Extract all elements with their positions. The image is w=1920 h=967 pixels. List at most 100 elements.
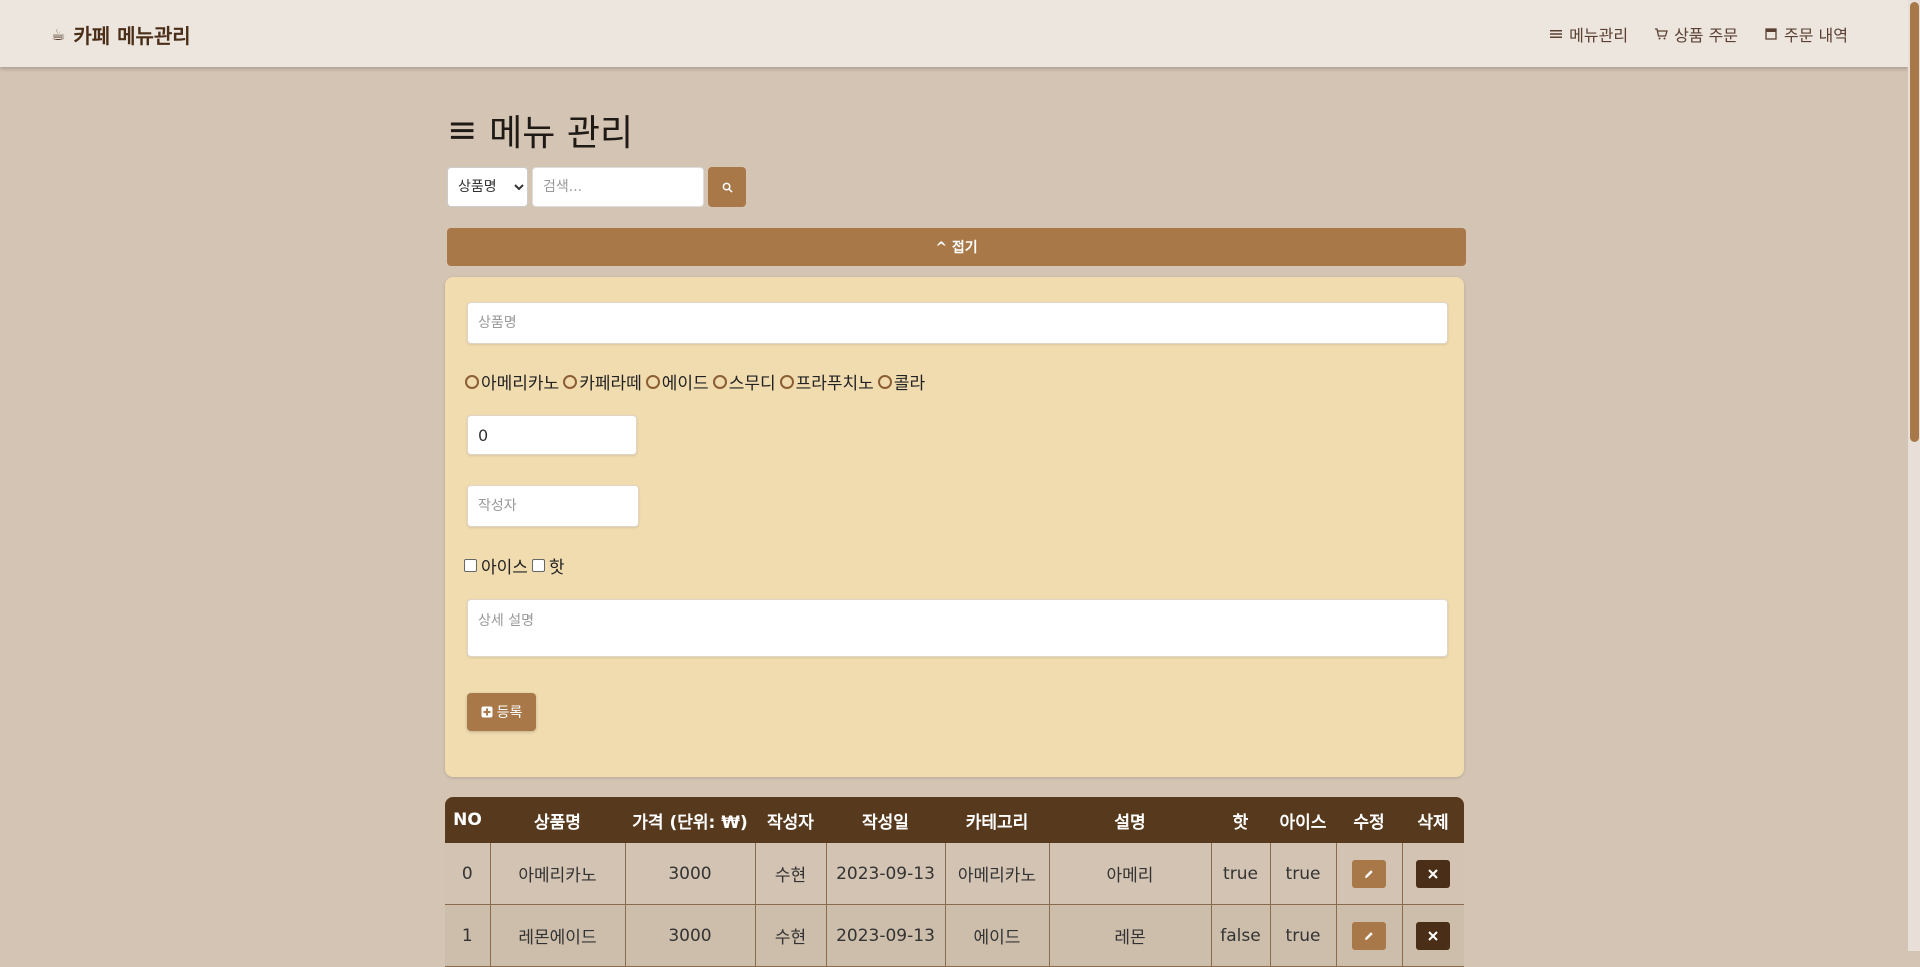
cell-hot: true xyxy=(1211,843,1271,905)
radio-circle[interactable] xyxy=(779,374,794,389)
cell-ice: true xyxy=(1270,904,1337,967)
cell-desc: 아메리 xyxy=(1049,843,1212,905)
cell-delete xyxy=(1402,904,1464,967)
table-row: 1 레몬에이드 3000 수현 2023-09-13 에이드 레몬 false … xyxy=(445,904,1464,967)
page-title: ≡ 메뉴 관리 xyxy=(447,104,633,156)
cell-hot: false xyxy=(1211,904,1271,967)
writer-input[interactable] xyxy=(467,485,639,527)
hamburger-icon: ≡ xyxy=(447,109,478,151)
cell-desc: 레몬 xyxy=(1049,904,1212,967)
collapse-button[interactable]: ^ 접기 xyxy=(447,228,1466,266)
th-ice: 아이스 xyxy=(1270,797,1336,843)
cell-name: 레몬에이드 xyxy=(490,904,626,967)
price-input[interactable] xyxy=(467,415,637,455)
top-navbar: ☕ 카페 메뉴관리 메뉴관리 상품 주문 주문 내역 xyxy=(0,0,1908,67)
delete-button[interactable] xyxy=(1416,921,1451,950)
edit-button[interactable] xyxy=(1352,859,1386,888)
temperature-checkboxes: 아이스 핫 xyxy=(464,553,565,578)
table-header-row: NO 상품명 가격 (단위: ₩) 작성자 작성일 카테고리 설명 핫 아이스 … xyxy=(445,797,1464,843)
product-name-input[interactable] xyxy=(467,302,1448,344)
radio-ade[interactable]: 에이드 xyxy=(645,369,709,394)
brand-title: 카페 메뉴관리 xyxy=(73,24,191,48)
ice-checkbox[interactable] xyxy=(464,559,477,572)
cell-date: 2023-09-13 xyxy=(826,843,946,905)
th-delete: 삭제 xyxy=(1402,797,1464,843)
radio-label: 에이드 xyxy=(661,374,709,394)
menu-table: NO 상품명 가격 (단위: ₩) 작성자 작성일 카테고리 설명 핫 아이스 … xyxy=(445,797,1464,967)
cell-edit xyxy=(1336,843,1403,905)
ice-label: 아이스 xyxy=(481,558,528,578)
close-icon xyxy=(1428,930,1438,941)
cell-category: 에이드 xyxy=(945,904,1050,967)
cell-price: 3000 xyxy=(625,843,756,905)
cell-delete xyxy=(1402,843,1464,905)
pencil-icon xyxy=(1365,869,1373,878)
radio-circle[interactable] xyxy=(877,374,892,389)
radio-label: 프라푸치노 xyxy=(795,374,874,394)
submit-button[interactable]: 등록 xyxy=(467,693,536,731)
th-date: 작성일 xyxy=(826,797,945,843)
nav-order-history[interactable]: 주문 내역 xyxy=(1764,22,1848,46)
nav-product-order-label: 상품 주문 xyxy=(1674,26,1739,45)
radio-cafe-latte[interactable]: 카페라떼 xyxy=(563,369,642,394)
description-textarea[interactable] xyxy=(467,599,1448,657)
collapse-label: ^ 접기 xyxy=(935,240,978,256)
table-row: 0 아메리카노 3000 수현 2023-09-13 아메리카노 아메리 tru… xyxy=(445,843,1464,905)
cart-icon xyxy=(1655,28,1668,40)
radio-circle[interactable] xyxy=(563,374,578,389)
radio-cola[interactable]: 콜라 xyxy=(877,369,926,394)
radio-label: 콜라 xyxy=(893,374,926,394)
radio-circle[interactable] xyxy=(645,374,660,389)
hot-label: 핫 xyxy=(548,558,565,578)
cell-no: 0 xyxy=(445,843,491,905)
radio-americano[interactable]: 아메리카노 xyxy=(465,369,559,394)
cell-name: 아메리카노 xyxy=(490,843,626,905)
nav-menu-manage[interactable]: 메뉴관리 xyxy=(1549,22,1628,46)
cell-no: 1 xyxy=(445,904,491,967)
th-category: 카테고리 xyxy=(945,797,1049,843)
brand[interactable]: ☕ 카페 메뉴관리 xyxy=(51,20,191,49)
receipt-icon xyxy=(1765,28,1777,40)
search-icon xyxy=(722,182,733,193)
edit-button[interactable] xyxy=(1352,921,1386,950)
cell-edit xyxy=(1336,904,1403,967)
nav-order-history-label: 주문 내역 xyxy=(1784,26,1848,45)
th-no: NO xyxy=(445,797,490,843)
nav-product-order[interactable]: 상품 주문 xyxy=(1654,22,1738,46)
scrollbar-thumb[interactable] xyxy=(1910,2,1919,442)
list-icon xyxy=(1550,30,1563,38)
th-edit: 수정 xyxy=(1336,797,1402,843)
th-name: 상품명 xyxy=(490,797,625,843)
radio-circle[interactable] xyxy=(712,374,727,389)
scrollbar-track[interactable] xyxy=(1908,0,1920,951)
th-desc: 설명 xyxy=(1049,797,1211,843)
radio-frappuccino[interactable]: 프라푸치노 xyxy=(779,369,874,394)
cell-price: 3000 xyxy=(625,904,756,967)
search-button[interactable] xyxy=(708,167,746,207)
menu-form-panel: 아메리카노 카페라떼 에이드 스무디 프라푸치노 콜라 아이스 핫 등록 xyxy=(445,277,1464,777)
hot-checkbox[interactable] xyxy=(531,559,545,572)
search-bar: 상품명 xyxy=(447,167,746,207)
th-hot: 핫 xyxy=(1211,797,1270,843)
radio-circle[interactable] xyxy=(465,374,479,389)
close-icon xyxy=(1428,868,1438,879)
delete-button[interactable] xyxy=(1416,859,1451,888)
search-field-select[interactable]: 상품명 xyxy=(447,167,528,207)
th-writer: 작성자 xyxy=(755,797,826,843)
radio-label: 아메리카노 xyxy=(481,374,560,394)
radio-label: 스무디 xyxy=(728,374,776,394)
nav-menu-manage-label: 메뉴관리 xyxy=(1569,26,1629,45)
search-input[interactable] xyxy=(532,167,704,207)
category-radio-group: 아메리카노 카페라떼 에이드 스무디 프라푸치노 콜라 xyxy=(465,369,929,394)
cell-ice: true xyxy=(1270,843,1337,905)
coffee-cup-icon: ☕ xyxy=(51,25,66,44)
radio-smoothie[interactable]: 스무디 xyxy=(712,369,776,394)
cell-writer: 수현 xyxy=(755,904,827,967)
pencil-icon xyxy=(1365,931,1373,940)
plus-square-icon xyxy=(481,706,493,718)
cell-date: 2023-09-13 xyxy=(826,904,946,967)
page-title-text: 메뉴 관리 xyxy=(489,113,634,154)
radio-label: 카페라떼 xyxy=(579,374,642,394)
th-price: 가격 (단위: ₩) xyxy=(625,797,755,843)
cell-writer: 수현 xyxy=(755,843,827,905)
